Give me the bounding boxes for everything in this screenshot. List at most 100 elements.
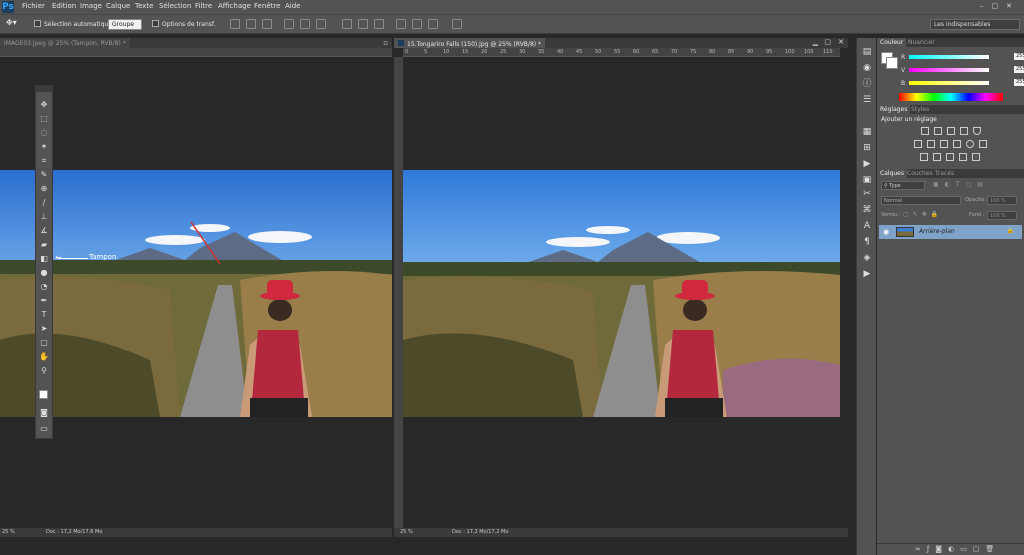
photo-image-left[interactable]: [0, 170, 392, 417]
history-icon[interactable]: ▤: [861, 46, 873, 58]
magic-wand-icon[interactable]: ✶: [39, 142, 49, 152]
tab-nuancier[interactable]: Nuancier: [905, 38, 938, 47]
red-value[interactable]: 255: [1014, 53, 1024, 60]
menu-image[interactable]: Image: [80, 2, 102, 10]
menu-filtre[interactable]: Filtre: [195, 2, 212, 10]
dodge-icon[interactable]: ◔: [39, 282, 49, 292]
background-color-swatch[interactable]: [886, 57, 898, 69]
type-icon[interactable]: T: [39, 310, 49, 320]
transform-checkbox[interactable]: Options de transf.: [152, 20, 215, 28]
healing-icon[interactable]: ⊕: [39, 184, 49, 194]
horizontal-ruler[interactable]: [0, 48, 392, 57]
color-spectrum[interactable]: [899, 93, 1003, 101]
tab-couleur[interactable]: Couleur: [877, 38, 907, 47]
menu-selection[interactable]: Sélection: [159, 2, 191, 10]
auto-align-icon[interactable]: [452, 19, 462, 29]
zoom-icon[interactable]: ⚲: [39, 366, 49, 376]
threshold-icon[interactable]: [946, 153, 954, 161]
green-gradient[interactable]: [909, 68, 989, 72]
black-white-icon[interactable]: [940, 140, 948, 148]
layer-comps-icon[interactable]: ◈: [861, 252, 873, 264]
navigator-icon[interactable]: ◉: [861, 62, 873, 74]
doc-info[interactable]: Doc : 17,2 Mo/17,2 Mo: [452, 529, 508, 535]
window-controls[interactable]: –▢✕: [980, 2, 1020, 10]
brush-icon[interactable]: ∕: [39, 198, 49, 208]
minimize-icon[interactable]: ▁: [813, 38, 818, 46]
align-hcenter-icon[interactable]: [300, 19, 310, 29]
selective-color-icon[interactable]: [959, 153, 967, 161]
vertical-ruler[interactable]: [394, 57, 403, 528]
pen-icon[interactable]: ✒: [39, 296, 49, 306]
eyedropper-icon[interactable]: ✎: [39, 170, 49, 180]
distribute-hcenter-icon[interactable]: [412, 19, 422, 29]
paragraph-icon[interactable]: ¶: [861, 236, 873, 248]
blue-value[interactable]: 255: [1014, 79, 1024, 86]
align-top-icon[interactable]: [230, 19, 240, 29]
align-bottom-icon[interactable]: [262, 19, 272, 29]
timeline-icon[interactable]: ▶: [861, 268, 873, 280]
menu-calque[interactable]: Calque: [106, 2, 130, 10]
eraser-icon[interactable]: ▰: [39, 240, 49, 250]
canvas-area[interactable]: ← Tampon: [0, 57, 392, 528]
canvas-area[interactable]: [403, 57, 840, 528]
properties-icon[interactable]: ☰: [861, 94, 873, 106]
distribute-vcenter-icon[interactable]: [358, 19, 368, 29]
shape-icon[interactable]: ▢: [39, 338, 49, 348]
menu-affichage[interactable]: Affichage: [218, 2, 251, 10]
exposure-icon[interactable]: [960, 127, 968, 135]
channel-mixer-icon[interactable]: [966, 140, 974, 148]
move-icon[interactable]: ✥: [39, 100, 49, 110]
toolbox-grip[interactable]: [36, 86, 52, 92]
menu-edition[interactable]: Edition: [52, 2, 76, 10]
hue-saturation-icon[interactable]: [914, 140, 922, 148]
layer-filter-icons[interactable]: ▣◐T▢▤: [933, 181, 989, 188]
notes-icon[interactable]: ▣: [861, 174, 873, 186]
measure-icon[interactable]: ⌘: [861, 204, 873, 216]
posterize-icon[interactable]: [933, 153, 941, 161]
tab-couches[interactable]: Couches: [904, 169, 936, 178]
blend-mode-dropdown[interactable]: Normal: [881, 196, 961, 205]
quick-mask-icon[interactable]: ◙: [39, 408, 49, 418]
distribute-top-icon[interactable]: [342, 19, 352, 29]
actions-icon[interactable]: ▶: [861, 158, 873, 170]
eye-icon[interactable]: ◉: [883, 228, 889, 236]
screen-mode-icon[interactable]: ▭: [39, 424, 49, 434]
layer-name[interactable]: Arrière-plan: [919, 228, 955, 235]
horizontal-ruler[interactable]: 0 5 10 15 20 25 30 35 40 45 50 55 60 65 …: [403, 48, 840, 57]
workspace-dropdown[interactable]: Les indispensables: [930, 19, 1020, 30]
auto-select-checkbox[interactable]: Sélection automatique :: [34, 20, 116, 28]
zoom-level[interactable]: 25 %: [2, 529, 15, 535]
info-icon[interactable]: ⓘ: [861, 78, 873, 90]
doc-info[interactable]: Doc : 17,2 Mo/17,6 Mo: [46, 529, 102, 535]
fill-field[interactable]: 100 %: [987, 211, 1017, 220]
document-tab-right[interactable]: 15.Tongariro Falls (150).jpg @ 25% (RVB/…: [394, 38, 546, 48]
zoom-level[interactable]: 25 %: [400, 529, 413, 535]
photo-image-right[interactable]: [403, 170, 840, 417]
layer-footer-icons[interactable]: ∞ƒ◙◐▭▢🗑: [915, 545, 1000, 553]
color-balance-icon[interactable]: [927, 140, 935, 148]
gradient-map-icon[interactable]: [972, 153, 980, 161]
invert-icon[interactable]: [920, 153, 928, 161]
move-tool-icon[interactable]: ✥▾: [6, 18, 17, 27]
crop-icon[interactable]: ⌗: [39, 156, 49, 166]
tab-calques[interactable]: Calques: [877, 169, 907, 178]
tab-reglages[interactable]: Réglages: [877, 105, 911, 114]
menu-aide[interactable]: Aide: [285, 2, 300, 10]
blur-icon[interactable]: ●: [39, 268, 49, 278]
foreground-color-swatch[interactable]: [39, 390, 48, 399]
hand-icon[interactable]: ✋: [39, 352, 49, 362]
red-gradient[interactable]: [909, 55, 989, 59]
menu-fichier[interactable]: Fichier: [22, 2, 45, 10]
menu-texte[interactable]: Texte: [135, 2, 153, 10]
distribute-left-icon[interactable]: [396, 19, 406, 29]
levels-icon[interactable]: [934, 127, 942, 135]
curves-icon[interactable]: [947, 127, 955, 135]
layer-filter-dropdown[interactable]: ⚲ Type: [881, 181, 925, 190]
maximize-icon[interactable]: ▢: [824, 38, 831, 46]
green-value[interactable]: 255: [1014, 66, 1024, 73]
align-left-icon[interactable]: [284, 19, 294, 29]
path-select-icon[interactable]: ➤: [39, 324, 49, 334]
clone-stamp-icon[interactable]: ⊥: [39, 212, 49, 222]
vibrance-icon[interactable]: [973, 127, 981, 135]
close-icon[interactable]: ✕: [838, 38, 844, 46]
